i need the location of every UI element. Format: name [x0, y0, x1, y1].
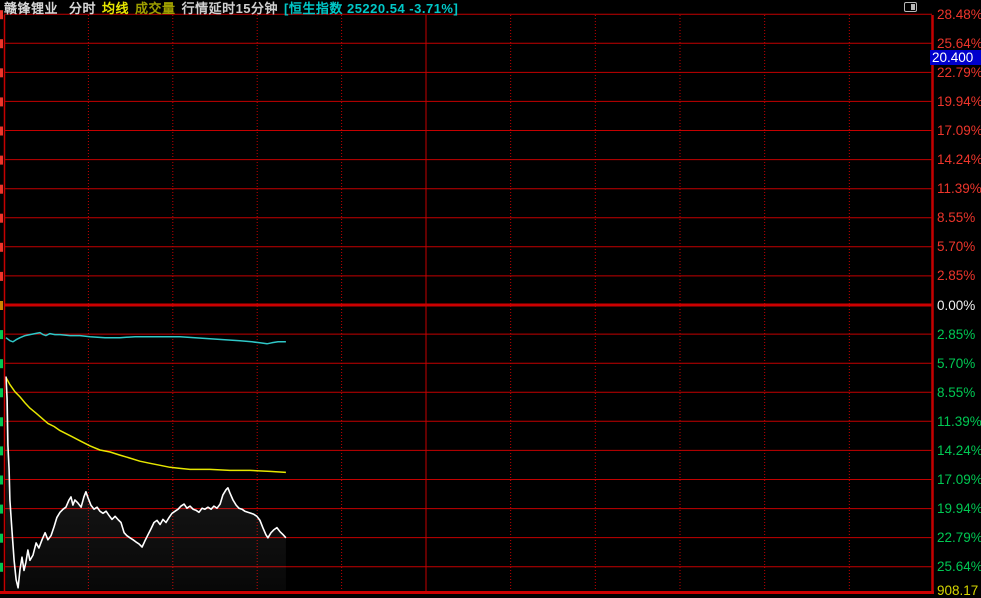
left-axis-label-fragment: [0, 243, 3, 252]
left-axis-label-fragment: [0, 301, 3, 310]
avg_price-line: [6, 378, 286, 473]
chart-header: 赣锋锂业 分时 均线 成交量 行情延时15分钟 [恒生指数 25220.54 -…: [4, 0, 458, 15]
left-axis-label-fragment: [0, 156, 3, 165]
left-axis-label-fragment: [0, 97, 3, 106]
left-axis-label-fragment: [0, 505, 3, 514]
left-axis-label-fragment: [0, 563, 3, 572]
left-axis-label-fragment: [0, 272, 3, 281]
price-area-fill: [6, 377, 286, 591]
left-axis-label-fragment: [0, 417, 3, 426]
left-axis-label-fragment: [0, 359, 3, 368]
tab-ma-line[interactable]: 均线: [102, 0, 129, 17]
delay-notice: 行情延时15分钟: [182, 0, 278, 17]
tab-volume[interactable]: 成交量: [135, 0, 176, 17]
pane-separator-line: [0, 591, 934, 594]
tab-timeshare[interactable]: 分时: [69, 0, 96, 17]
left-axis-label-fragment: [0, 39, 3, 48]
left-axis-label-fragment: [0, 534, 3, 543]
left-axis-label-fragment: [0, 185, 3, 194]
panel-toggle-icon[interactable]: [904, 2, 917, 12]
left-axis-label-fragment: [0, 475, 3, 484]
left-axis-label-fragment: [0, 10, 3, 19]
left-axis-label-fragment: [0, 446, 3, 455]
index-quote: [恒生指数 25220.54 -3.71%]: [284, 0, 458, 17]
left-axis-label-fragment: [0, 214, 3, 223]
stock-name: 赣锋锂业: [4, 0, 58, 17]
trading-app-window: 赣锋锂业 分时 均线 成交量 行情延时15分钟 [恒生指数 25220.54 -…: [0, 0, 981, 596]
left-axis-label-fragment: [0, 388, 3, 397]
left-axis-label-fragment: [0, 68, 3, 77]
panel-toggle-icon-fill: [911, 4, 915, 10]
intraday-chart[interactable]: [0, 0, 981, 596]
price-tag: 20.400: [930, 50, 981, 65]
left-axis-label-fragment: [0, 127, 3, 136]
left-axis-label-fragment: [0, 330, 3, 339]
